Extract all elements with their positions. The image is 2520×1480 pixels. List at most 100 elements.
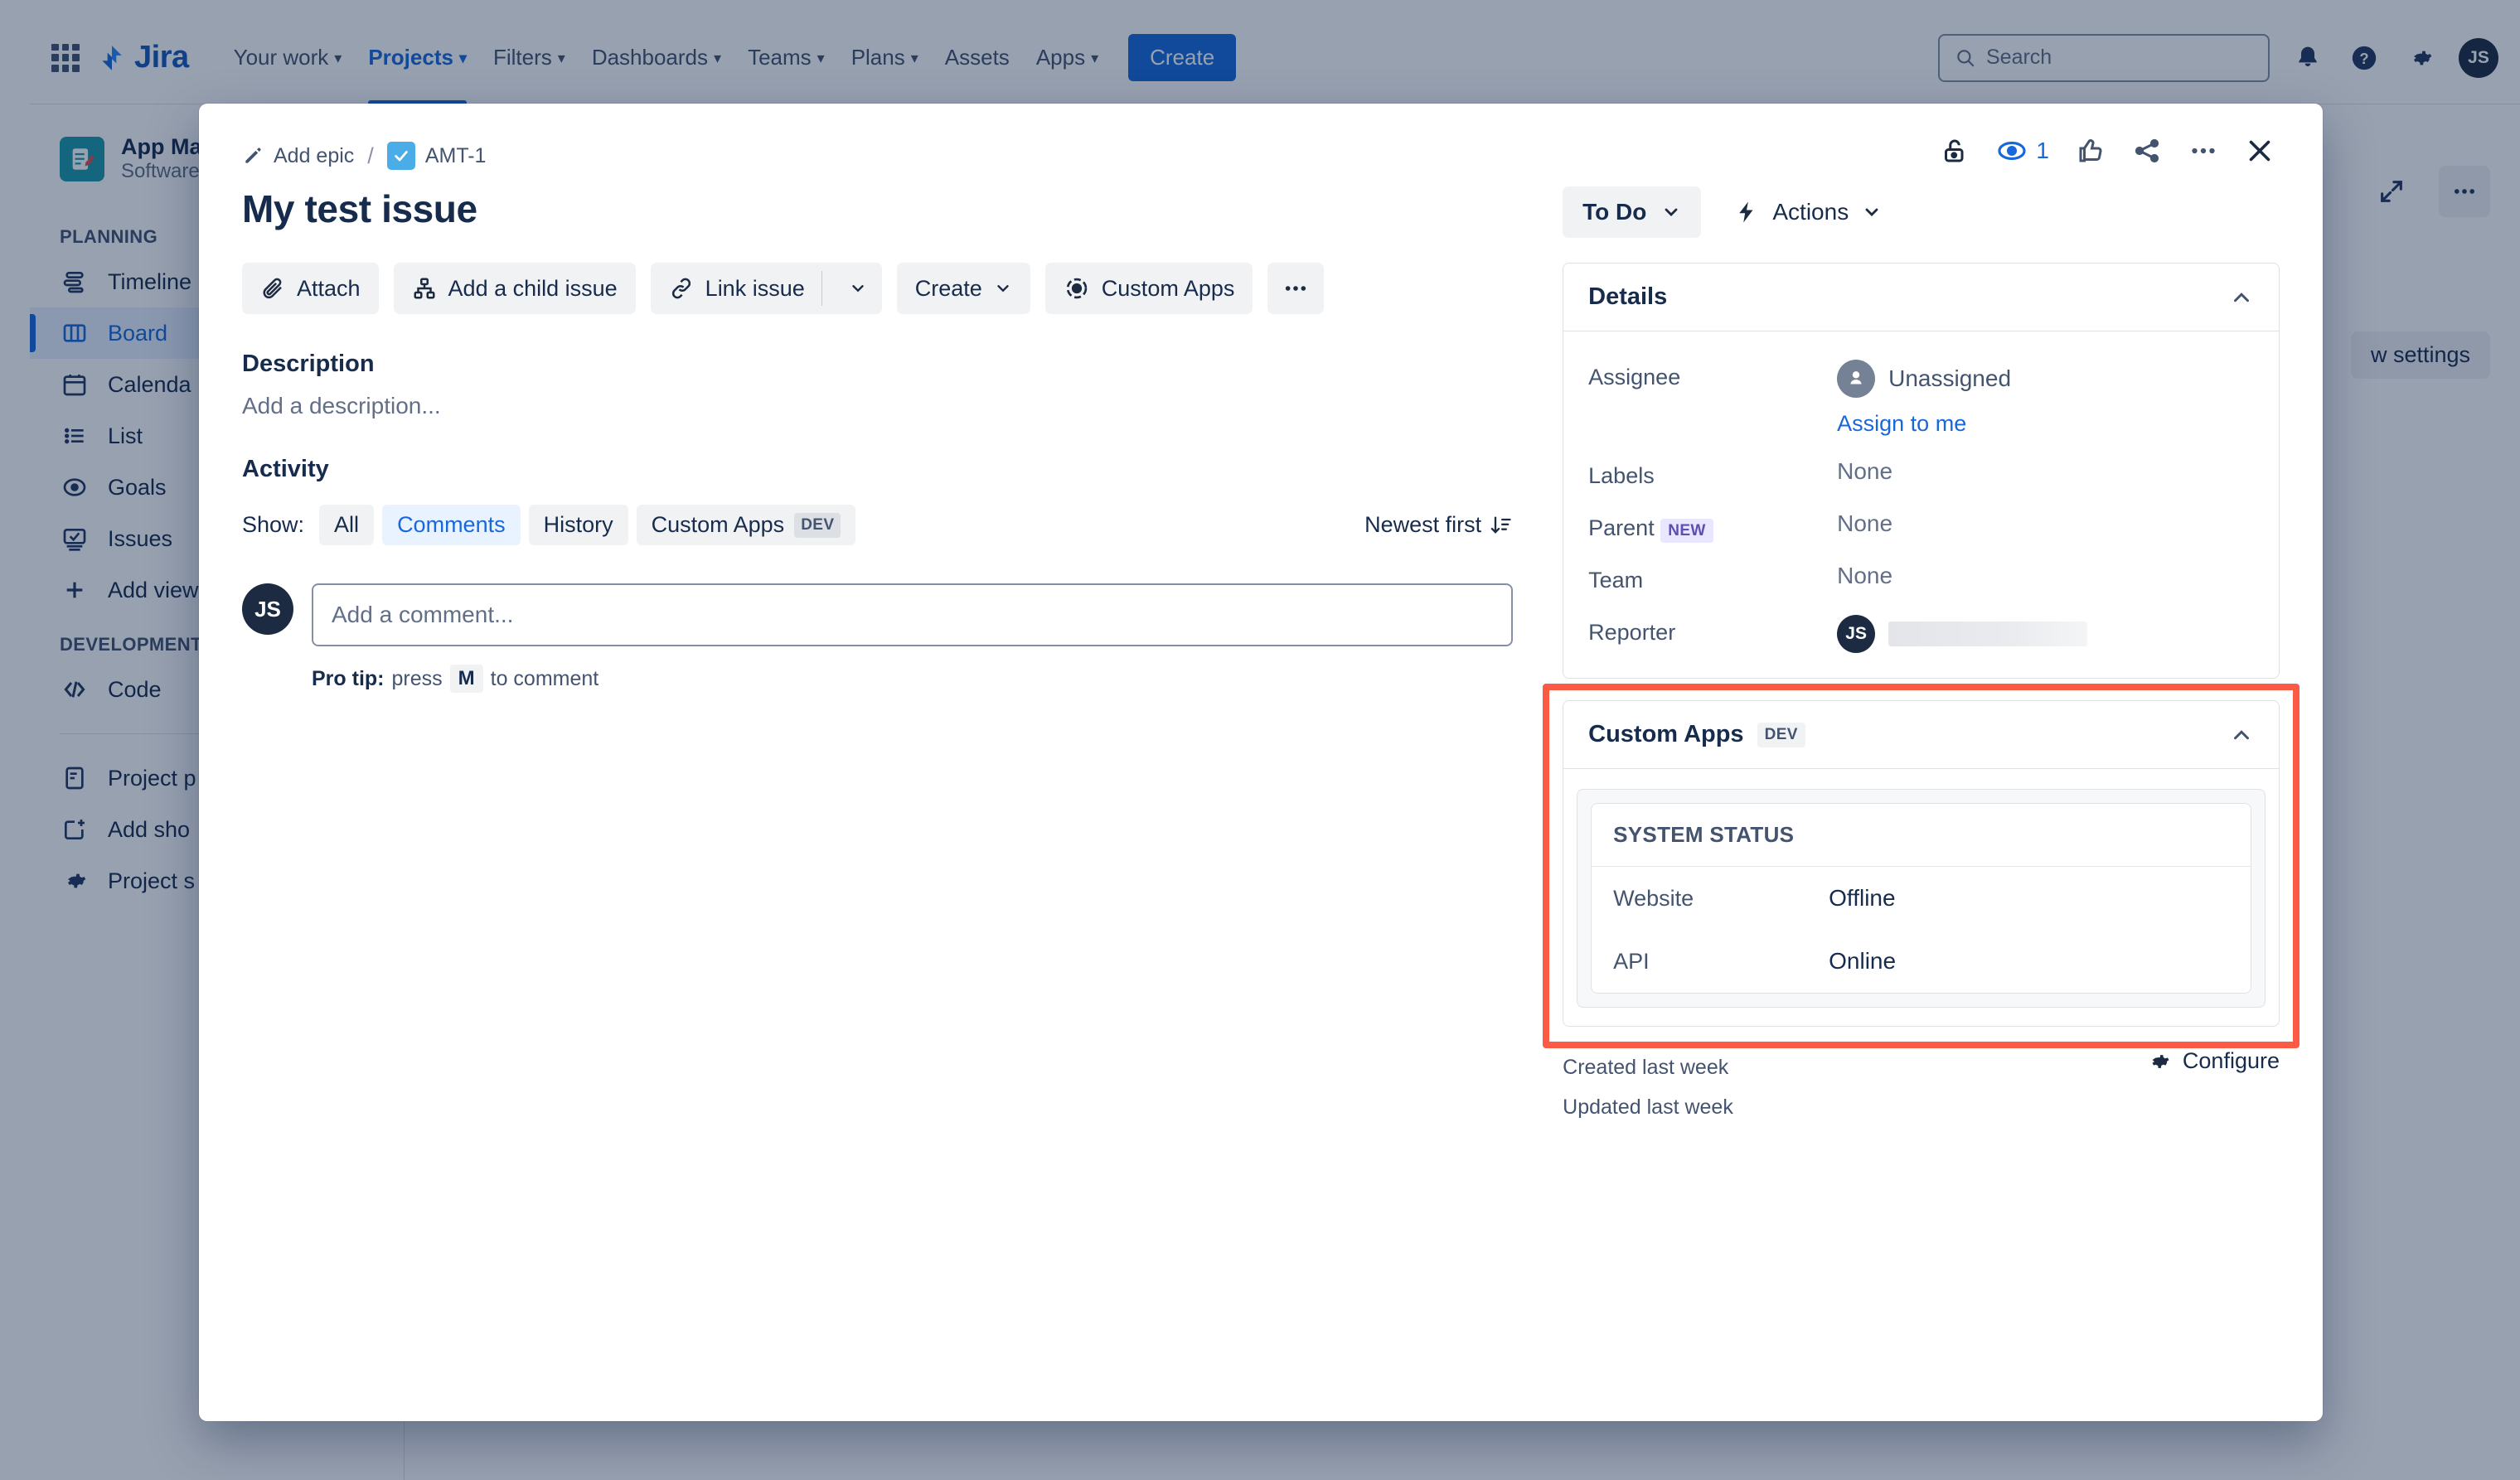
field-team: Team None: [1588, 563, 2254, 593]
configure-button[interactable]: Configure: [2146, 1048, 2280, 1074]
chevron-down-icon: [1862, 202, 1882, 222]
add-comment-row: JS Add a comment...: [242, 583, 1514, 646]
field-reporter: Reporter JS: [1588, 615, 2254, 653]
modal-header-actions: 1: [1940, 135, 2280, 167]
link-issue-button[interactable]: Link issue: [650, 263, 882, 314]
like-icon[interactable]: [2076, 136, 2106, 166]
link-issue-chevron-down-icon[interactable]: [834, 263, 882, 314]
gear-icon: [2146, 1049, 2171, 1074]
lightning-icon: [1734, 200, 1759, 225]
issue-title[interactable]: My test issue: [242, 186, 1513, 231]
create-label: Create: [914, 275, 982, 301]
add-epic-button[interactable]: Add epic: [242, 144, 354, 168]
custom-apps-icon: [1064, 275, 1090, 302]
assignee-name: Unassigned: [1888, 365, 2012, 391]
team-value[interactable]: None: [1837, 563, 1892, 589]
custom-apps-panel-header: Custom Apps DEV: [1563, 701, 2279, 769]
create-dropdown-button[interactable]: Create: [896, 263, 1030, 314]
link-icon: [669, 276, 694, 301]
link-issue-label: Link issue: [705, 275, 805, 301]
field-value: None: [1837, 510, 1893, 536]
sort-label: Newest first: [1364, 512, 1482, 537]
status-value: Online: [1829, 948, 1897, 974]
activity-filter-bar: Show: All Comments History Custom Apps D…: [242, 505, 1513, 545]
details-panel-title: Details: [1588, 283, 1668, 310]
protip-key: M: [449, 665, 483, 693]
field-parent: Parent NEW None: [1588, 510, 2254, 543]
comment-input[interactable]: Add a comment...: [312, 583, 1514, 646]
paperclip-icon: [260, 276, 285, 301]
add-epic-label: Add epic: [274, 143, 355, 167]
system-status-title: SYSTEM STATUS: [1592, 804, 2251, 867]
close-icon[interactable]: [2245, 136, 2275, 166]
status-dropdown[interactable]: To Do: [1563, 186, 1702, 238]
custom-apps-label: Custom Apps: [1101, 275, 1235, 301]
child-issue-icon: [412, 276, 437, 301]
share-icon[interactable]: [2132, 136, 2162, 166]
chevron-down-icon: [994, 279, 1012, 297]
reporter-name-redacted: [1888, 622, 2088, 646]
more-actions-icon[interactable]: [2188, 136, 2218, 166]
chevron-down-icon: [1661, 202, 1681, 222]
watch-button[interactable]: 1: [1996, 135, 2049, 167]
status-key: API: [1613, 948, 1650, 974]
created-text: Created last week: [1563, 1056, 1729, 1079]
modal-left-column: My test issue Attach Add a child issue L…: [242, 186, 1514, 1127]
breadcrumb-separator: /: [367, 143, 374, 168]
issue-timestamps: Created last week Updated last week: [1563, 1048, 1733, 1127]
details-panel: Details Assignee Unassigned Assign to me…: [1563, 263, 2280, 679]
activity-tab-comments[interactable]: Comments: [382, 505, 521, 545]
custom-apps-panel: Custom Apps DEV SYSTEM STATUS Website Of…: [1563, 700, 2280, 1027]
pencil-icon: [242, 145, 264, 167]
issue-detail-modal: Add epic / AMT-1 1 My test issue Attach …: [199, 104, 2323, 1421]
issue-more-actions-button[interactable]: [1267, 263, 1325, 314]
protip-press: press: [391, 666, 443, 690]
field-label: Reporter: [1588, 620, 1676, 645]
protip-prefix: Pro tip:: [312, 666, 385, 690]
activity-tab-history[interactable]: History: [528, 505, 628, 545]
custom-apps-highlight-wrapper: Custom Apps DEV SYSTEM STATUS Website Of…: [1543, 684, 2300, 1048]
avatar: JS: [1837, 615, 1876, 653]
pill-label: Custom Apps: [651, 512, 785, 537]
field-label: Parent NEW: [1588, 510, 1837, 543]
labels-value[interactable]: None: [1837, 458, 1892, 485]
assign-to-me-link[interactable]: Assign to me: [1837, 411, 2011, 437]
add-child-issue-button[interactable]: Add a child issue: [393, 263, 636, 314]
table-row: Website Offline: [1592, 867, 2251, 930]
attach-label: Attach: [297, 275, 361, 301]
custom-apps-button[interactable]: Custom Apps: [1044, 263, 1253, 314]
unlock-icon[interactable]: [1940, 136, 1970, 166]
custom-apps-collapse-chevron-up-icon[interactable]: [2229, 723, 2254, 747]
reporter-value[interactable]: JS: [1837, 615, 2088, 653]
actions-dropdown[interactable]: Actions: [1729, 199, 1887, 225]
new-badge: NEW: [1660, 519, 1713, 543]
breadcrumb: Add epic / AMT-1: [242, 135, 486, 170]
screen-root: Jira Your work ▾ Projects ▾ Filters ▾ Dashb…: [0, 0, 2520, 1480]
modal-top-bar: Add epic / AMT-1 1: [242, 135, 2280, 170]
issue-action-buttons: Attach Add a child issue Link issue Crea…: [242, 263, 1513, 314]
assignee-value[interactable]: Unassigned: [1837, 360, 2011, 398]
sort-descending-icon: [1490, 514, 1513, 537]
status-row: To Do Actions: [1563, 186, 2280, 238]
field-label: Team: [1588, 568, 1644, 592]
details-panel-header: Details: [1563, 264, 2279, 331]
field-value: None: [1837, 563, 1893, 588]
sort-order-button[interactable]: Newest first: [1364, 512, 1513, 538]
activity-tab-custom-apps[interactable]: Custom Apps DEV: [636, 505, 856, 545]
modal-right-column: To Do Actions Details Assignee Unassigne…: [1543, 186, 2300, 1127]
table-row: API Online: [1592, 930, 2251, 993]
issue-key-link[interactable]: AMT-1: [386, 142, 486, 170]
activity-tab-all[interactable]: All: [319, 505, 375, 545]
configure-label: Configure: [2182, 1048, 2280, 1073]
issue-meta: Created last week Updated last week Conf…: [1563, 1048, 2280, 1127]
parent-value[interactable]: None: [1837, 510, 1892, 537]
activity-filter-pills: All Comments History Custom Apps DEV: [319, 505, 856, 545]
dev-badge: DEV: [1757, 722, 1805, 747]
pill-label: Comments: [397, 512, 506, 537]
attach-button[interactable]: Attach: [242, 263, 379, 314]
system-status-container: SYSTEM STATUS Website Offline API Online: [1577, 789, 2266, 1008]
details-collapse-chevron-up-icon[interactable]: [2229, 285, 2254, 310]
description-placeholder[interactable]: Add a description...: [242, 393, 1513, 419]
pill-label: History: [543, 512, 613, 537]
field-labels: Labels None: [1588, 458, 2254, 489]
